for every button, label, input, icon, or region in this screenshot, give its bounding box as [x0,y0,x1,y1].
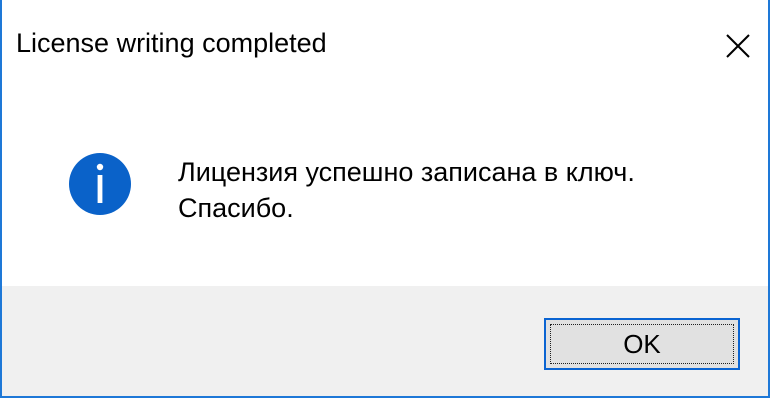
message-line-2: Спасибо. [178,193,294,223]
ok-button-label: OK [623,328,661,359]
dialog-content: Лицензия успешно записана в ключ. Спасиб… [2,92,768,286]
window-title: License writing completed [16,28,327,58]
info-icon [69,153,131,215]
close-icon [726,34,750,58]
message-text: Лицензия успешно записана в ключ. Спасиб… [178,154,635,226]
button-bar: OK [2,286,768,396]
ok-button[interactable]: OK [544,318,740,370]
message-dialog: License writing completed Лицензия успеш… [0,0,770,398]
title-bar[interactable]: License writing completed [2,0,768,92]
message-line-1: Лицензия успешно записана в ключ. [178,157,635,187]
close-button[interactable] [710,18,766,74]
